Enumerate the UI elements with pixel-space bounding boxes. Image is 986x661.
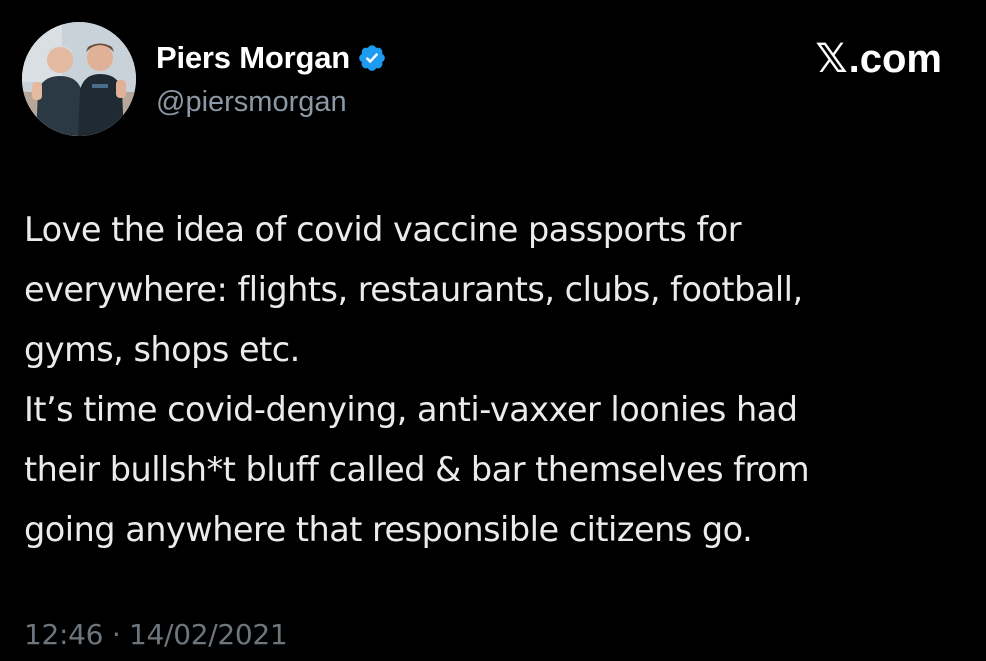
author-display-name[interactable]: Piers Morgan <box>156 40 350 76</box>
tweet-text: Love the idea of covid vaccine passports… <box>24 200 964 560</box>
x-logo-icon: 𝕏 <box>815 36 848 82</box>
timestamp-separator: · <box>111 618 121 651</box>
avatar-photo <box>22 22 136 136</box>
tweet-text-line: gyms, shops etc. <box>24 330 300 369</box>
tweet-card: Piers Morgan @piersmorgan 𝕏 .com Love th… <box>0 0 986 661</box>
brand-suffix: .com <box>848 36 942 81</box>
tweet-time: 12:46 <box>24 618 104 651</box>
tweet-text-line: everywhere: flights, restaurants, clubs,… <box>24 270 803 309</box>
tweet-text-line: Love the idea of covid vaccine passports… <box>24 210 742 249</box>
verified-badge-icon <box>357 43 387 73</box>
author-name-row: Piers Morgan <box>156 38 387 78</box>
tweet-text-line: It’s time covid-denying, anti-vaxxer loo… <box>24 390 798 429</box>
x-brand-logo: 𝕏 .com <box>815 36 942 82</box>
tweet-timestamp[interactable]: 12:46 · 14/02/2021 <box>24 618 288 651</box>
tweet-date: 14/02/2021 <box>129 618 288 651</box>
tweet-text-line: going anywhere that responsible citizens… <box>24 510 753 549</box>
avatar[interactable] <box>22 22 136 136</box>
author-handle[interactable]: @piersmorgan <box>156 86 347 119</box>
tweet-text-line: their bullsh*t bluff called & bar themse… <box>24 450 810 489</box>
